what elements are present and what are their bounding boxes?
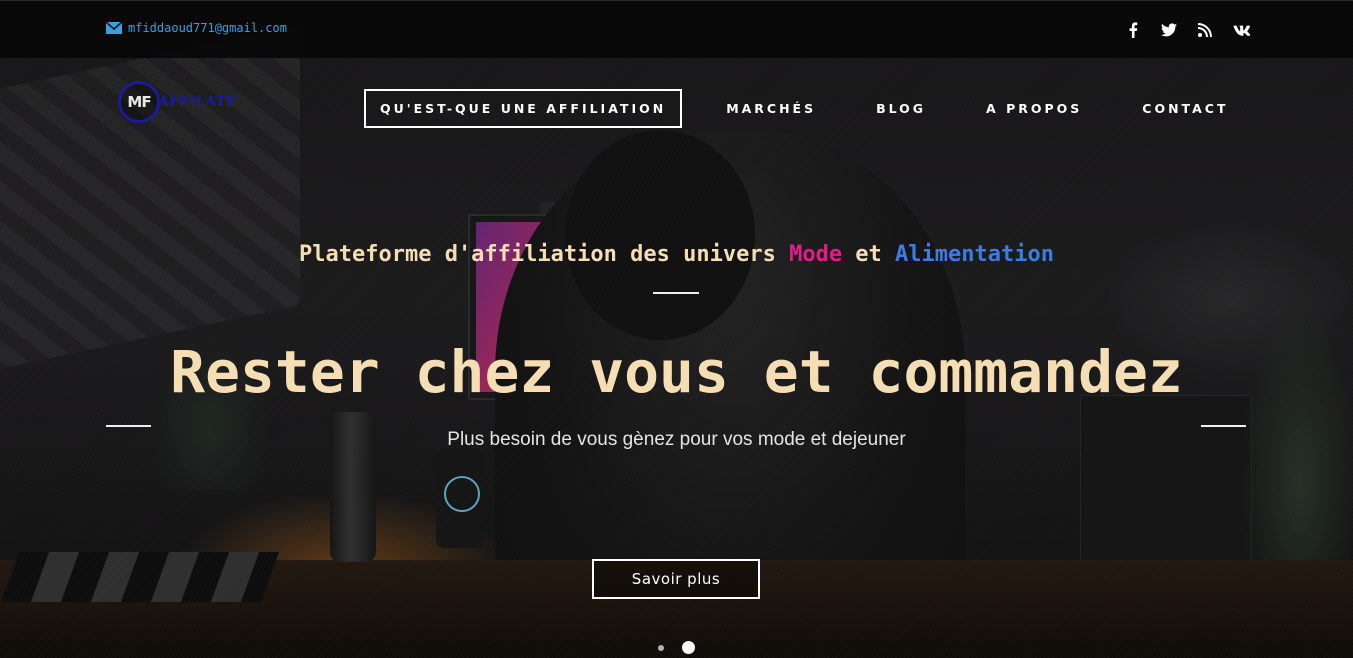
site-logo[interactable]: MF AFFILATE: [118, 80, 248, 124]
right-divider: [1201, 425, 1246, 427]
laptop: [1080, 395, 1252, 577]
nav-item-blog[interactable]: BLOG: [860, 89, 942, 128]
top-bar: mfiddaoud771@gmail.com: [0, 0, 1353, 58]
nav-item-contact[interactable]: CONTACT: [1126, 89, 1244, 128]
logo-text: AFFILATE: [158, 94, 237, 110]
hero-title: Rester chez vous et commandez: [170, 338, 1183, 406]
nav-item-a-propos[interactable]: A PROPOS: [970, 89, 1098, 128]
carousel-dot-2-active[interactable]: [682, 641, 695, 654]
hero-description: Plus besoin de vous gènez pour vos mode …: [447, 429, 906, 450]
clapperboard: [0, 552, 280, 602]
carousel-dot-1[interactable]: [658, 644, 664, 651]
rss-icon[interactable]: [1196, 21, 1214, 39]
facebook-icon[interactable]: [1124, 21, 1142, 39]
hero-subtitle: Plateforme d'affiliation des univers Mod…: [0, 242, 1353, 267]
mail-icon: [106, 22, 122, 34]
email-link[interactable]: mfiddaoud771@gmail.com: [106, 21, 287, 35]
person-head: [565, 130, 755, 340]
hero-subtitle-part2: et: [842, 242, 896, 267]
savoir-plus-button[interactable]: Savoir plus: [592, 559, 760, 599]
subtitle-divider: [653, 292, 699, 294]
main-nav: QU'EST-QUE UNE AFFILIATION MARCHÉS BLOG …: [364, 89, 1244, 128]
nav-item-affiliation[interactable]: QU'EST-QUE UNE AFFILIATION: [364, 89, 683, 128]
vk-icon[interactable]: [1232, 21, 1250, 39]
nav-item-marches[interactable]: MARCHÉS: [710, 89, 832, 128]
hero-subtitle-part1: Plateforme d'affiliation des univers: [299, 242, 790, 267]
left-divider: [106, 425, 151, 427]
carousel-dots: [658, 641, 695, 654]
hero-subtitle-mode: Mode: [789, 242, 843, 267]
email-text: mfiddaoud771@gmail.com: [128, 21, 287, 35]
social-links: [1124, 21, 1250, 39]
hero-page: mfiddaoud771@gmail.com MF AFFILATE QU'ES…: [0, 0, 1353, 658]
hero-subtitle-alimentation: Alimentation: [895, 242, 1054, 267]
monitor-light-bar: [540, 202, 812, 214]
softbox-diffuser: [0, 24, 300, 376]
twitter-icon[interactable]: [1160, 21, 1178, 39]
logo-mark: MF: [118, 81, 160, 123]
phone-on-charger: [436, 448, 484, 548]
